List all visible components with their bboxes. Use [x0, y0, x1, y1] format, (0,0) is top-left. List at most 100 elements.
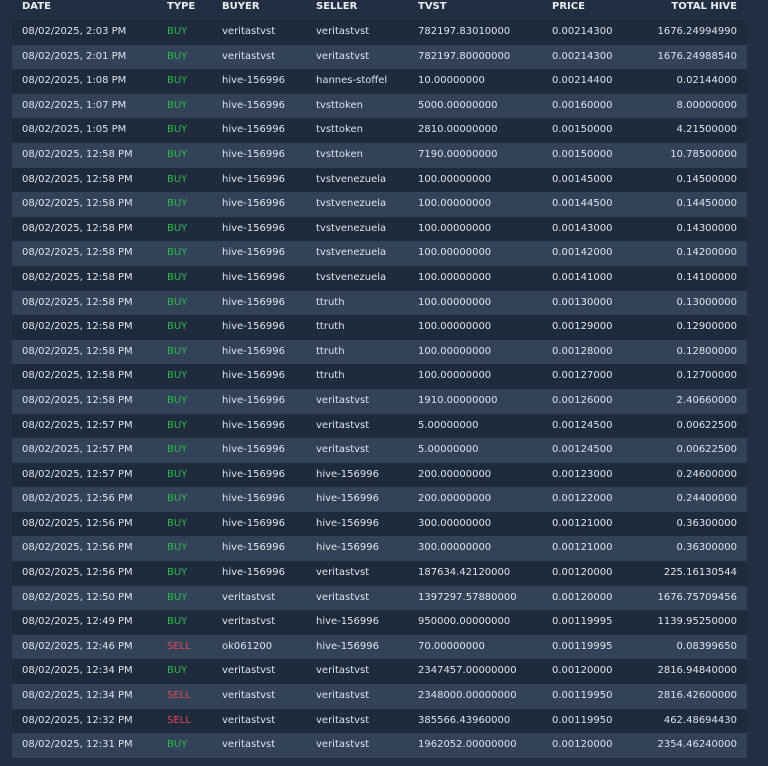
cell-seller[interactable]: hive-156996	[316, 487, 414, 512]
cell-seller[interactable]: hive-156996	[316, 463, 414, 488]
table-row[interactable]: 08/02/2025, 12:58 PM BUY hive-156996 tvstve…	[12, 241, 747, 266]
cell-buyer[interactable]: veritastvst	[222, 709, 312, 734]
cell-buyer[interactable]: hive-156996	[222, 94, 312, 119]
cell-buyer[interactable]: veritastvst	[222, 20, 312, 45]
table-row[interactable]: 08/02/2025, 1:07 PM BUY hive-156996 tvsttok…	[12, 93, 747, 119]
cell-buyer[interactable]: veritastvst	[222, 45, 312, 70]
table-row[interactable]: 08/02/2025, 12:56 PM BUY hive-156996 hive-1…	[12, 487, 747, 512]
cell-seller[interactable]: veritastvst	[316, 414, 414, 439]
cell-buyer[interactable]: hive-156996	[222, 118, 312, 143]
cell-buyer[interactable]: ok061200	[222, 635, 312, 660]
table-row[interactable]: 08/02/2025, 12:57 PM BUY hive-156996 hive-1…	[12, 462, 747, 488]
table-row[interactable]: 08/02/2025, 12:56 PM BUY hive-156996 hive-1…	[12, 511, 747, 537]
table-row[interactable]: 08/02/2025, 12:58 PM BUY hive-156996 ttruth…	[12, 290, 747, 316]
table-row[interactable]: 08/02/2025, 12:58 PM BUY hive-156996 tvstve…	[12, 265, 747, 291]
cell-seller[interactable]: tvstvenezuela	[316, 192, 414, 217]
cell-seller[interactable]: veritastvst	[316, 45, 414, 70]
table-row[interactable]: 08/02/2025, 2:01 PM BUY veritastvst veritas…	[12, 44, 747, 70]
cell-total-hive: 0.12700000	[676, 370, 737, 382]
cell-buyer[interactable]: veritastvst	[222, 586, 312, 611]
cell-buyer[interactable]: veritastvst	[222, 684, 312, 709]
cell-seller[interactable]: tvstvenezuela	[316, 266, 414, 291]
cell-seller[interactable]: veritastvst	[316, 709, 414, 734]
table-row[interactable]: 08/02/2025, 12:56 PM BUY hive-156996 hive-1…	[12, 536, 747, 562]
cell-seller[interactable]: veritastvst	[316, 20, 414, 45]
table-row[interactable]: 08/02/2025, 12:58 PM BUY hive-156996 ttruth…	[12, 339, 747, 365]
cell-seller[interactable]: tvstvenezuela	[316, 217, 414, 242]
header-type[interactable]: TYPE	[167, 1, 217, 13]
table-row[interactable]: 08/02/2025, 12:58 PM BUY hive-156996 verita…	[12, 388, 747, 414]
cell-seller[interactable]: veritastvst	[316, 561, 414, 586]
cell-seller[interactable]: ttruth	[316, 291, 414, 316]
table-row[interactable]: 08/02/2025, 12:56 PM BUY hive-156996 verita…	[12, 561, 747, 586]
cell-buyer[interactable]: hive-156996	[222, 266, 312, 291]
cell-buyer[interactable]: hive-156996	[222, 438, 312, 463]
table-row[interactable]: 08/02/2025, 12:31 PM BUY veritastvst verita…	[12, 733, 747, 758]
cell-seller[interactable]: veritastvst	[316, 389, 414, 414]
cell-buyer[interactable]: hive-156996	[222, 217, 312, 242]
table-row[interactable]: 08/02/2025, 12:32 PM SELL veritastvst verit…	[12, 708, 747, 734]
cell-seller[interactable]: hive-156996	[316, 610, 414, 635]
cell-buyer[interactable]: veritastvst	[222, 610, 312, 635]
cell-buyer[interactable]: hive-156996	[222, 512, 312, 537]
cell-seller[interactable]: tvsttoken	[316, 94, 414, 119]
cell-date: 08/02/2025, 12:58 PM	[22, 296, 133, 308]
cell-seller[interactable]: veritastvst	[316, 733, 414, 758]
cell-seller[interactable]: veritastvst	[316, 684, 414, 709]
cell-seller[interactable]: hive-156996	[316, 512, 414, 537]
cell-seller[interactable]: tvstvenezuela	[316, 168, 414, 193]
cell-seller[interactable]: ttruth	[316, 315, 414, 340]
cell-seller[interactable]: veritastvst	[316, 438, 414, 463]
cell-buyer[interactable]: hive-156996	[222, 143, 312, 168]
cell-buyer[interactable]: hive-156996	[222, 340, 312, 365]
cell-buyer[interactable]: hive-156996	[222, 241, 312, 266]
cell-seller[interactable]: veritastvst	[316, 586, 414, 611]
table-row[interactable]: 08/02/2025, 12:58 PM BUY hive-156996 tvstve…	[12, 167, 747, 193]
table-row[interactable]: 08/02/2025, 12:57 PM BUY hive-156996 verita…	[12, 413, 747, 439]
cell-buyer[interactable]: hive-156996	[222, 414, 312, 439]
table-row[interactable]: 08/02/2025, 12:46 PM SELL ok061200 hive-156…	[12, 634, 747, 660]
cell-seller[interactable]: tvsttoken	[316, 118, 414, 143]
cell-buyer[interactable]: veritastvst	[222, 733, 312, 758]
cell-buyer[interactable]: hive-156996	[222, 69, 312, 94]
header-seller[interactable]: SELLER	[316, 1, 414, 13]
cell-type: BUY	[167, 739, 188, 751]
cell-buyer[interactable]: hive-156996	[222, 291, 312, 316]
cell-seller[interactable]: hive-156996	[316, 635, 414, 660]
cell-buyer[interactable]: hive-156996	[222, 315, 312, 340]
header-total-hive[interactable]: TOTAL HIVE	[617, 1, 737, 13]
table-row[interactable]: 08/02/2025, 12:58 PM BUY hive-156996 tvstve…	[12, 216, 747, 242]
table-row[interactable]: 08/02/2025, 12:58 PM BUY hive-156996 tvstve…	[12, 192, 747, 217]
cell-seller[interactable]: hannes-stoffel	[316, 69, 414, 94]
cell-buyer[interactable]: hive-156996	[222, 364, 312, 389]
cell-buyer[interactable]: hive-156996	[222, 487, 312, 512]
cell-buyer[interactable]: hive-156996	[222, 389, 312, 414]
table-row[interactable]: 08/02/2025, 12:34 PM SELL veritastvst verit…	[12, 684, 747, 709]
table-row[interactable]: 08/02/2025, 12:50 PM BUY veritastvst verita…	[12, 585, 747, 611]
cell-seller[interactable]: tvsttoken	[316, 143, 414, 168]
cell-buyer[interactable]: hive-156996	[222, 168, 312, 193]
table-row[interactable]: 08/02/2025, 1:08 PM BUY hive-156996 hannes-…	[12, 69, 747, 94]
cell-seller[interactable]: veritastvst	[316, 659, 414, 684]
table-row[interactable]: 08/02/2025, 12:34 PM BUY veritastvst verita…	[12, 659, 747, 685]
cell-date: 08/02/2025, 12:58 PM	[22, 247, 133, 259]
cell-seller[interactable]: ttruth	[316, 364, 414, 389]
table-row[interactable]: 08/02/2025, 12:58 PM BUY hive-156996 tvstto…	[12, 142, 747, 168]
cell-buyer[interactable]: hive-156996	[222, 192, 312, 217]
cell-seller[interactable]: ttruth	[316, 340, 414, 365]
table-row[interactable]: 08/02/2025, 12:57 PM BUY hive-156996 verita…	[12, 438, 747, 463]
cell-seller[interactable]: tvstvenezuela	[316, 241, 414, 266]
cell-buyer[interactable]: hive-156996	[222, 463, 312, 488]
table-row[interactable]: 08/02/2025, 12:49 PM BUY veritastvst hive-1…	[12, 610, 747, 635]
header-buyer[interactable]: BUYER	[222, 1, 312, 13]
cell-buyer[interactable]: hive-156996	[222, 561, 312, 586]
table-row[interactable]: 08/02/2025, 2:03 PM BUY veritastvst veritas…	[12, 20, 747, 45]
table-row[interactable]: 08/02/2025, 1:05 PM BUY hive-156996 tvsttok…	[12, 118, 747, 143]
table-row[interactable]: 08/02/2025, 12:58 PM BUY hive-156996 ttruth…	[12, 364, 747, 389]
header-date[interactable]: DATE	[22, 1, 162, 13]
table-row[interactable]: 08/02/2025, 12:58 PM BUY hive-156996 ttruth…	[12, 315, 747, 340]
cell-buyer[interactable]: veritastvst	[222, 659, 312, 684]
header-tvst[interactable]: TVST	[418, 1, 548, 13]
cell-buyer[interactable]: hive-156996	[222, 536, 312, 561]
cell-seller[interactable]: hive-156996	[316, 536, 414, 561]
